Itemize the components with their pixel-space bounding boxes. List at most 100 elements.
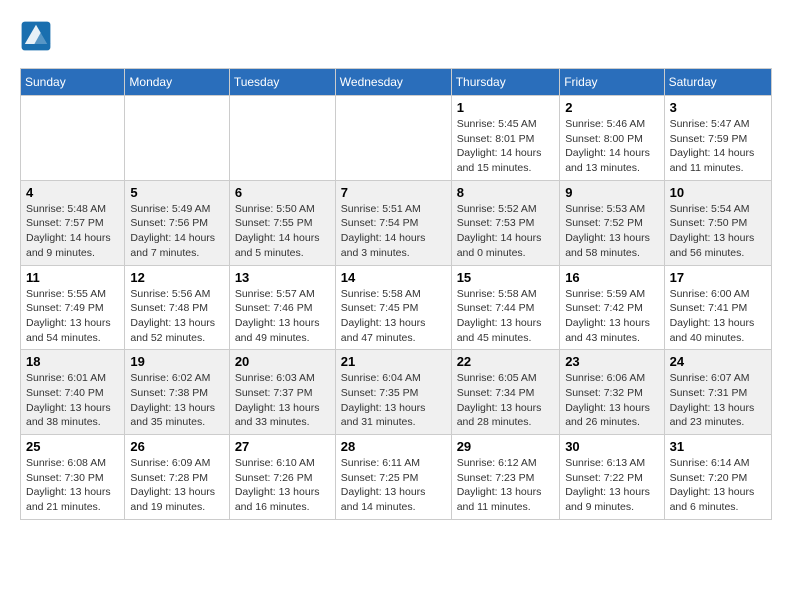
header-monday: Monday (125, 69, 229, 96)
day-info: Sunrise: 6:01 AM Sunset: 7:40 PM Dayligh… (26, 371, 119, 430)
table-row (125, 96, 229, 181)
table-row: 4 Sunrise: 5:48 AM Sunset: 7:57 PM Daylig… (21, 180, 125, 265)
table-row: 16Sunrise: 5:59 AM Sunset: 7:42 PM Dayli… (560, 265, 664, 350)
table-row: 14 Sunrise: 5:58 AM Sunset: 7:45 PM Dayli… (335, 265, 451, 350)
day-number: 8 (457, 185, 554, 200)
day-info: Sunrise: 6:00 AM Sunset: 7:41 PM Dayligh… (670, 287, 766, 346)
day-info: Sunrise: 5:55 AM Sunset: 7:49 PM Dayligh… (26, 287, 119, 346)
day-info: Sunrise: 5:52 AM Sunset: 7:53 PM Dayligh… (457, 202, 554, 261)
calendar-table: SundayMondayTuesdayWednesdayThursdayFrid… (20, 68, 772, 520)
day-number: 11 (26, 270, 119, 285)
day-info: Sunrise: 5:58 AM Sunset: 7:45 PM Dayligh… (341, 287, 446, 346)
day-number: 15 (457, 270, 554, 285)
day-number: 26 (130, 439, 223, 454)
week-row-5: 25 Sunrise: 6:08 AM Sunset: 7:30 PM Dayli… (21, 435, 772, 520)
day-number: 9 (565, 185, 658, 200)
day-info: Sunrise: 5:49 AM Sunset: 7:56 PM Dayligh… (130, 202, 223, 261)
day-number: 5 (130, 185, 223, 200)
day-number: 24 (670, 354, 766, 369)
day-info: Sunrise: 6:10 AM Sunset: 7:26 PM Dayligh… (235, 456, 330, 515)
day-number: 18 (26, 354, 119, 369)
day-number: 22 (457, 354, 554, 369)
table-row: 2 Sunrise: 5:46 AM Sunset: 8:00 PM Daylig… (560, 96, 664, 181)
day-info: Sunrise: 5:46 AM Sunset: 8:00 PM Dayligh… (565, 117, 658, 176)
table-row: 30 Sunrise: 6:13 AM Sunset: 7:22 PM Dayli… (560, 435, 664, 520)
table-row (21, 96, 125, 181)
day-number: 2 (565, 100, 658, 115)
day-info: Sunrise: 6:04 AM Sunset: 7:35 PM Dayligh… (341, 371, 446, 430)
day-number: 29 (457, 439, 554, 454)
table-row: 21 Sunrise: 6:04 AM Sunset: 7:35 PM Dayli… (335, 350, 451, 435)
day-number: 6 (235, 185, 330, 200)
table-row (229, 96, 335, 181)
week-row-3: 11 Sunrise: 5:55 AM Sunset: 7:49 PM Dayli… (21, 265, 772, 350)
day-info: Sunrise: 5:53 AM Sunset: 7:52 PM Dayligh… (565, 202, 658, 261)
table-row: 20 Sunrise: 6:03 AM Sunset: 7:37 PM Dayli… (229, 350, 335, 435)
day-info: Sunrise: 6:07 AM Sunset: 7:31 PM Dayligh… (670, 371, 766, 430)
day-number: 1 (457, 100, 554, 115)
day-info: Sunrise: 5:47 AM Sunset: 7:59 PM Dayligh… (670, 117, 766, 176)
day-number: 20 (235, 354, 330, 369)
table-row: 18 Sunrise: 6:01 AM Sunset: 7:40 PM Dayli… (21, 350, 125, 435)
day-number: 10 (670, 185, 766, 200)
day-number: 17 (670, 270, 766, 285)
table-row: 9 Sunrise: 5:53 AM Sunset: 7:52 PM Daylig… (560, 180, 664, 265)
day-number: 25 (26, 439, 119, 454)
week-row-1: 1Sunrise: 5:45 AM Sunset: 8:01 PM Daylig… (21, 96, 772, 181)
logo-icon (20, 20, 52, 52)
week-row-2: 4 Sunrise: 5:48 AM Sunset: 7:57 PM Daylig… (21, 180, 772, 265)
day-number: 30 (565, 439, 658, 454)
table-row: 5 Sunrise: 5:49 AM Sunset: 7:56 PM Daylig… (125, 180, 229, 265)
table-row: 28 Sunrise: 6:11 AM Sunset: 7:25 PM Dayli… (335, 435, 451, 520)
day-info: Sunrise: 5:50 AM Sunset: 7:55 PM Dayligh… (235, 202, 330, 261)
table-row: 23 Sunrise: 6:06 AM Sunset: 7:32 PM Dayli… (560, 350, 664, 435)
calendar-header-row: SundayMondayTuesdayWednesdayThursdayFrid… (21, 69, 772, 96)
table-row: 1Sunrise: 5:45 AM Sunset: 8:01 PM Daylig… (451, 96, 559, 181)
table-row: 8 Sunrise: 5:52 AM Sunset: 7:53 PM Daylig… (451, 180, 559, 265)
table-row (335, 96, 451, 181)
table-row: 26 Sunrise: 6:09 AM Sunset: 7:28 PM Dayli… (125, 435, 229, 520)
day-number: 27 (235, 439, 330, 454)
day-info: Sunrise: 5:58 AM Sunset: 7:44 PM Dayligh… (457, 287, 554, 346)
table-row: 12Sunrise: 5:56 AM Sunset: 7:48 PM Dayli… (125, 265, 229, 350)
day-info: Sunrise: 6:06 AM Sunset: 7:32 PM Dayligh… (565, 371, 658, 430)
day-number: 21 (341, 354, 446, 369)
table-row: 29 Sunrise: 6:12 AM Sunset: 7:23 PM Dayli… (451, 435, 559, 520)
day-info: Sunrise: 6:14 AM Sunset: 7:20 PM Dayligh… (670, 456, 766, 515)
day-number: 23 (565, 354, 658, 369)
table-row: 25 Sunrise: 6:08 AM Sunset: 7:30 PM Dayli… (21, 435, 125, 520)
day-info: Sunrise: 6:05 AM Sunset: 7:34 PM Dayligh… (457, 371, 554, 430)
day-number: 31 (670, 439, 766, 454)
day-info: Sunrise: 5:57 AM Sunset: 7:46 PM Dayligh… (235, 287, 330, 346)
table-row: 3 Sunrise: 5:47 AM Sunset: 7:59 PM Daylig… (664, 96, 771, 181)
day-number: 16 (565, 270, 658, 285)
table-row: 6 Sunrise: 5:50 AM Sunset: 7:55 PM Daylig… (229, 180, 335, 265)
header-friday: Friday (560, 69, 664, 96)
day-info: Sunrise: 6:08 AM Sunset: 7:30 PM Dayligh… (26, 456, 119, 515)
day-number: 28 (341, 439, 446, 454)
day-info: Sunrise: 6:13 AM Sunset: 7:22 PM Dayligh… (565, 456, 658, 515)
day-number: 3 (670, 100, 766, 115)
day-info: Sunrise: 6:11 AM Sunset: 7:25 PM Dayligh… (341, 456, 446, 515)
table-row: 15 Sunrise: 5:58 AM Sunset: 7:44 PM Dayli… (451, 265, 559, 350)
header-sunday: Sunday (21, 69, 125, 96)
day-number: 13 (235, 270, 330, 285)
day-info: Sunrise: 5:48 AM Sunset: 7:57 PM Dayligh… (26, 202, 119, 261)
table-row: 31 Sunrise: 6:14 AM Sunset: 7:20 PM Dayli… (664, 435, 771, 520)
header-wednesday: Wednesday (335, 69, 451, 96)
day-number: 12 (130, 270, 223, 285)
day-number: 14 (341, 270, 446, 285)
day-info: Sunrise: 6:09 AM Sunset: 7:28 PM Dayligh… (130, 456, 223, 515)
table-row: 13 Sunrise: 5:57 AM Sunset: 7:46 PM Dayli… (229, 265, 335, 350)
table-row: 11 Sunrise: 5:55 AM Sunset: 7:49 PM Dayli… (21, 265, 125, 350)
day-info: Sunrise: 6:03 AM Sunset: 7:37 PM Dayligh… (235, 371, 330, 430)
table-row: 17 Sunrise: 6:00 AM Sunset: 7:41 PM Dayli… (664, 265, 771, 350)
header-tuesday: Tuesday (229, 69, 335, 96)
day-number: 19 (130, 354, 223, 369)
table-row: 7Sunrise: 5:51 AM Sunset: 7:54 PM Daylig… (335, 180, 451, 265)
day-number: 4 (26, 185, 119, 200)
table-row: 22 Sunrise: 6:05 AM Sunset: 7:34 PM Dayli… (451, 350, 559, 435)
day-info: Sunrise: 5:54 AM Sunset: 7:50 PM Dayligh… (670, 202, 766, 261)
day-info: Sunrise: 6:12 AM Sunset: 7:23 PM Dayligh… (457, 456, 554, 515)
table-row: 24 Sunrise: 6:07 AM Sunset: 7:31 PM Dayli… (664, 350, 771, 435)
